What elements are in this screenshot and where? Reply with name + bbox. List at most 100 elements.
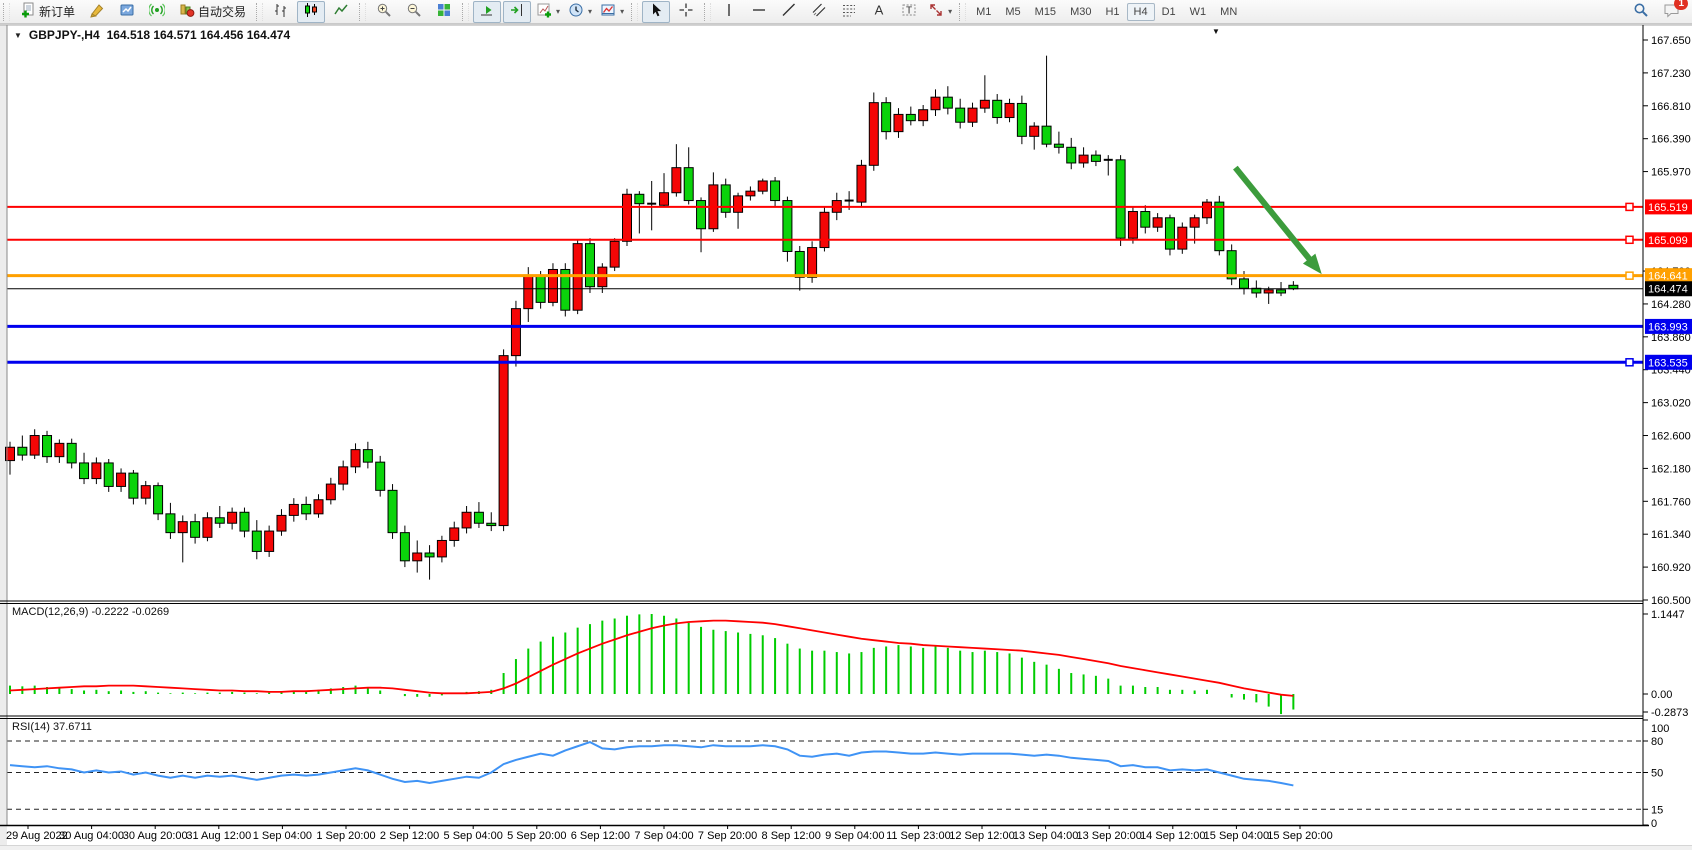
svg-text:165.970: 165.970 <box>1651 167 1691 179</box>
crosshair-button[interactable] <box>672 1 700 23</box>
chat-button[interactable]: 1 <box>1657 1 1685 23</box>
timeframe-mn-button[interactable]: MN <box>1213 3 1244 21</box>
timeframe-m5-button[interactable]: M5 <box>998 3 1027 21</box>
horizontal-line-button[interactable] <box>745 1 773 23</box>
crosshair-icon <box>678 2 694 21</box>
svg-text:161.340: 161.340 <box>1651 529 1691 541</box>
timeframe-m30-button[interactable]: M30 <box>1063 3 1098 21</box>
equidistant-channel-icon <box>811 2 827 21</box>
svg-text:-0.2873: -0.2873 <box>1651 707 1688 719</box>
svg-text:13 Sep 20:00: 13 Sep 20:00 <box>1076 830 1141 842</box>
text-label-icon: T <box>901 2 917 21</box>
bar-chart-button[interactable] <box>267 1 295 23</box>
auto-scroll-button[interactable] <box>473 1 501 23</box>
toolbar-separator <box>704 3 711 21</box>
arrows-icon <box>928 2 944 21</box>
profile-button[interactable] <box>113 1 141 23</box>
svg-text:167.230: 167.230 <box>1651 68 1691 80</box>
chart-shift-button[interactable] <box>503 1 531 23</box>
text-button[interactable]: A <box>865 1 893 23</box>
svg-text:5 Sep 20:00: 5 Sep 20:00 <box>507 830 566 842</box>
new-order-icon <box>20 2 36 21</box>
timeframe-m1-button[interactable]: M1 <box>969 3 998 21</box>
search-button[interactable] <box>1627 1 1655 23</box>
timeframe-d1-button[interactable]: D1 <box>1155 3 1183 21</box>
notification-badge: 1 <box>1674 0 1688 10</box>
svg-text:0.00: 0.00 <box>1651 689 1672 701</box>
svg-text:163.535: 163.535 <box>1648 357 1688 369</box>
symbol-dropdown-icon[interactable]: ▼ <box>14 31 22 40</box>
search-icon <box>1633 2 1649 21</box>
auto-trading-icon <box>179 2 195 21</box>
new-order-button[interactable]: 新订单 <box>14 1 81 23</box>
toolbar-separator <box>256 3 263 21</box>
svg-text:15 Sep 04:00: 15 Sep 04:00 <box>1204 830 1269 842</box>
arrows-button[interactable]: ▾ <box>925 1 955 23</box>
svg-text:31 Aug 12:00: 31 Aug 12:00 <box>186 830 251 842</box>
timeframe-w1-button[interactable]: W1 <box>1183 3 1214 21</box>
svg-text:164.280: 164.280 <box>1651 299 1691 311</box>
zoom-out-button[interactable] <box>400 1 428 23</box>
text-label-button[interactable]: T <box>895 1 923 23</box>
periods-icon <box>568 2 584 21</box>
periods-button[interactable]: ▾ <box>565 1 595 23</box>
horizontal-line-icon <box>751 2 767 21</box>
trendline-button[interactable] <box>775 1 803 23</box>
svg-text:162.600: 162.600 <box>1651 431 1691 443</box>
chevron-down-icon: ▾ <box>948 7 952 16</box>
auto-trading-button[interactable]: 自动交易 <box>173 1 252 23</box>
timeframe-m15-button[interactable]: M15 <box>1028 3 1063 21</box>
toolbar-separator <box>359 3 366 21</box>
chevron-down-icon: ▾ <box>588 7 592 16</box>
svg-text:167.650: 167.650 <box>1651 35 1691 47</box>
svg-text:7 Sep 04:00: 7 Sep 04:00 <box>634 830 693 842</box>
toolbar-separator <box>631 3 638 21</box>
chevron-down-icon: ▾ <box>556 7 560 16</box>
cursor-button[interactable] <box>642 1 670 23</box>
svg-text:30 Aug 20:00: 30 Aug 20:00 <box>123 830 188 842</box>
rsi-indicator-label: RSI(14) 37.6711 <box>12 721 92 733</box>
svg-text:9 Sep 04:00: 9 Sep 04:00 <box>825 830 884 842</box>
svg-text:2 Sep 12:00: 2 Sep 12:00 <box>380 830 439 842</box>
line-handle[interactable] <box>1626 203 1633 210</box>
timeframe-h1-button[interactable]: H1 <box>1098 3 1126 21</box>
line-handle[interactable] <box>1626 272 1633 279</box>
zoom-in-button[interactable] <box>370 1 398 23</box>
chart-ohlc: 164.518 164.571 164.456 164.474 <box>107 28 291 42</box>
svg-text:166.390: 166.390 <box>1651 134 1691 146</box>
line-chart-button[interactable] <box>327 1 355 23</box>
svg-text:8 Sep 12:00: 8 Sep 12:00 <box>762 830 821 842</box>
svg-text:6 Sep 12:00: 6 Sep 12:00 <box>571 830 630 842</box>
svg-text:7 Sep 20:00: 7 Sep 20:00 <box>698 830 757 842</box>
text-icon: A <box>871 2 887 21</box>
highlighter-button[interactable] <box>83 1 111 23</box>
timeframe-h4-button[interactable]: H4 <box>1127 3 1155 21</box>
svg-text:1.1447: 1.1447 <box>1651 609 1685 621</box>
signal-button[interactable] <box>143 1 171 23</box>
svg-text:50: 50 <box>1651 768 1663 780</box>
svg-text:1 Sep 20:00: 1 Sep 20:00 <box>316 830 375 842</box>
template-icon <box>600 2 616 21</box>
cursor-icon <box>648 2 664 21</box>
equidistant-channel-button[interactable] <box>805 1 833 23</box>
bar-chart-icon <box>273 2 289 21</box>
tile-windows-button[interactable] <box>430 1 458 23</box>
candlestick-chart-button[interactable] <box>297 1 325 23</box>
vertical-line-button[interactable] <box>715 1 743 23</box>
profile-icon <box>119 2 135 21</box>
svg-text:80: 80 <box>1651 736 1663 748</box>
svg-text:165.099: 165.099 <box>1648 235 1688 247</box>
svg-text:161.760: 161.760 <box>1651 496 1691 508</box>
line-handle[interactable] <box>1626 236 1633 243</box>
svg-text:1 Sep 04:00: 1 Sep 04:00 <box>253 830 312 842</box>
svg-text:13 Sep 04:00: 13 Sep 04:00 <box>1013 830 1078 842</box>
svg-text:163.993: 163.993 <box>1648 321 1688 333</box>
add-indicator-button[interactable]: ▾ <box>533 1 563 23</box>
svg-text:165.519: 165.519 <box>1648 202 1688 214</box>
chart-menu-icon[interactable]: ▼ <box>1212 27 1220 36</box>
template-button[interactable]: ▾ <box>597 1 627 23</box>
trendline-icon <box>781 2 797 21</box>
svg-text:A: A <box>875 3 884 18</box>
fibonacci-button[interactable] <box>835 1 863 23</box>
line-handle[interactable] <box>1626 359 1633 366</box>
